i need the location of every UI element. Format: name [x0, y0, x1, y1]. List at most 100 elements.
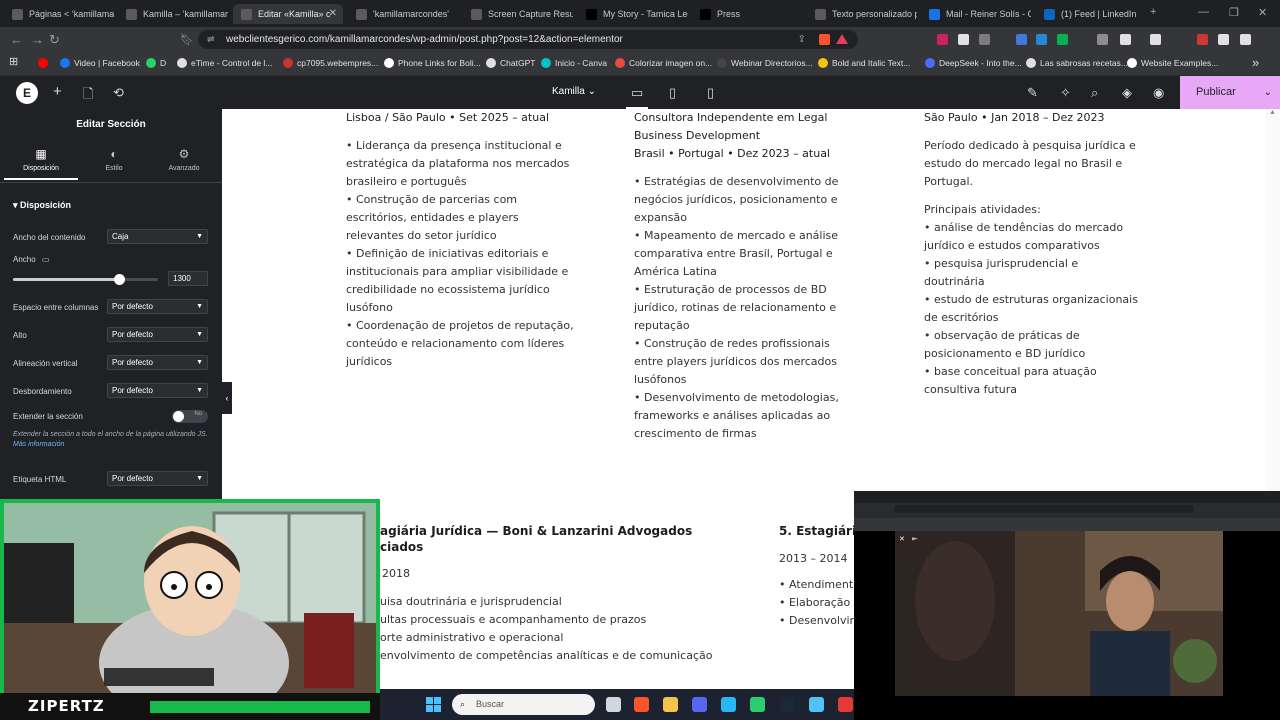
- desktop-view-icon[interactable]: ▭: [631, 85, 643, 101]
- browser-tab[interactable]: Páginas < ‘kamillamar: [4, 4, 114, 24]
- bookmark-item[interactable]: ChatGPT: [486, 58, 535, 68]
- extension-icon[interactable]: [1120, 34, 1131, 45]
- brave-rewards-icon[interactable]: [836, 34, 848, 44]
- width-input[interactable]: 1300: [168, 271, 208, 286]
- extension-icon[interactable]: [937, 34, 948, 45]
- taskbar-app-icon[interactable]: [692, 697, 707, 712]
- page-settings-icon[interactable]: 🗋︎: [83, 85, 93, 107]
- tab-style[interactable]: ◐ Estilo: [77, 147, 151, 172]
- browser-tab[interactable]: Screen Capture Result: [463, 4, 573, 24]
- page-name-dropdown[interactable]: Kamilla ⌄: [552, 86, 596, 97]
- slider-handle[interactable]: [113, 274, 125, 285]
- bookmark-item[interactable]: Phone Links for Boli...: [384, 58, 481, 68]
- taskbar-app-icon[interactable]: [750, 697, 765, 712]
- extension-icon[interactable]: [1036, 34, 1047, 45]
- control-label: Extender la sección: [13, 412, 83, 421]
- column-gap-select[interactable]: Por defecto ▼: [107, 299, 208, 314]
- bookmark-favicon-icon: [38, 58, 48, 68]
- extension-icon[interactable]: [1016, 34, 1027, 45]
- taskbar-app-icon[interactable]: [838, 697, 853, 712]
- browser-tab[interactable]: Texto personalizado pa: [807, 4, 917, 24]
- height-select[interactable]: Por defecto ▼: [107, 327, 208, 342]
- width-slider[interactable]: [13, 274, 158, 285]
- browser-tab[interactable]: Editar «Kamilla» c ✕: [233, 4, 343, 24]
- browser-tab[interactable]: Mail - Reiner Solís - Ou: [921, 4, 1031, 24]
- tab-advanced[interactable]: ⚙ Avanzado: [147, 147, 221, 172]
- reload-icon[interactable]: ↻: [49, 32, 60, 48]
- bookmark-item[interactable]: DeepSeek - Into the...: [925, 58, 1022, 68]
- extension-icon[interactable]: [1097, 34, 1108, 45]
- browser-tab[interactable]: My Story - Tamica Lee: [578, 4, 688, 24]
- taskbar-app-icon[interactable]: [634, 697, 649, 712]
- extension-icon[interactable]: [1197, 34, 1208, 45]
- bookmark-item[interactable]: Website Examples...: [1127, 58, 1218, 68]
- taskbar-app-icon[interactable]: [809, 697, 824, 712]
- ai-icon[interactable]: ✧: [1060, 85, 1071, 101]
- bookmark-item[interactable]: Inicio - Canva: [541, 58, 607, 68]
- publish-button[interactable]: Publicar ⌄: [1180, 76, 1280, 109]
- preview-icon[interactable]: ◉: [1153, 85, 1164, 101]
- minimize-icon[interactable]: —: [1198, 6, 1209, 18]
- search-icon[interactable]: ⌕: [1091, 85, 1098, 101]
- apps-grid-icon[interactable]: ⊞: [9, 55, 18, 68]
- bookmark-item[interactable]: Webinar Directorios...: [717, 58, 813, 68]
- more-info-link[interactable]: Más información: [13, 441, 64, 448]
- bookmark-item[interactable]: cp7095.webempres...: [283, 58, 378, 68]
- browser-tab[interactable]: Kamilla – ‘kamillamar: [118, 4, 228, 24]
- bookmark-item[interactable]: Video | Facebook: [60, 58, 140, 68]
- bookmark-item[interactable]: Bold and Italic Text...: [818, 58, 910, 68]
- url-input[interactable]: ⇌ webclientesgerico.com/kamillamarcondes…: [198, 30, 858, 49]
- content-width-select[interactable]: Caja ▼: [107, 229, 208, 244]
- extension-icon[interactable]: [1240, 34, 1251, 45]
- tab-layout[interactable]: ▦ Disposición: [4, 147, 78, 180]
- collapse-panel-icon[interactable]: ‹: [222, 382, 232, 414]
- tab-close-icon[interactable]: ✕: [329, 8, 337, 19]
- extension-icon[interactable]: [979, 34, 990, 45]
- new-tab-button[interactable]: +: [1150, 6, 1156, 18]
- browser-tab[interactable]: (1) Feed | LinkedIn: [1036, 4, 1146, 24]
- taskbar-app-icon[interactable]: [780, 697, 795, 712]
- taskbar-app-icon[interactable]: [606, 697, 621, 712]
- history-icon[interactable]: ⟲: [113, 85, 124, 101]
- browser-tab[interactable]: 'kamillamarcondes': [348, 4, 458, 24]
- bookmark-item[interactable]: eTime - Control de l...: [177, 58, 272, 68]
- elementor-logo-icon[interactable]: E: [16, 82, 38, 104]
- share-icon[interactable]: ⇪: [798, 30, 806, 49]
- taskbar-app-icon[interactable]: [721, 697, 736, 712]
- extension-icon[interactable]: [1218, 34, 1229, 45]
- extension-icon[interactable]: [1057, 34, 1068, 45]
- mobile-view-icon[interactable]: ▯: [707, 85, 714, 101]
- extension-icon[interactable]: [958, 34, 969, 45]
- browser-tab[interactable]: Press: [692, 4, 802, 24]
- pip-back-icon[interactable]: ⇤: [912, 535, 918, 543]
- taskbar-search-input[interactable]: ⌕ Buscar: [452, 694, 595, 715]
- stretch-section-toggle[interactable]: No: [172, 410, 208, 423]
- overflow-select[interactable]: Por defecto ▼: [107, 383, 208, 398]
- site-info-icon[interactable]: ⇌: [207, 30, 215, 49]
- bookmark-item[interactable]: D: [146, 58, 166, 68]
- html-tag-select[interactable]: Por defecto ▼: [107, 471, 208, 486]
- bookmark-item[interactable]: Las sabrosas recetas...: [1026, 58, 1128, 68]
- scroll-up-icon[interactable]: ▲: [1269, 109, 1276, 116]
- bookmark-item[interactable]: [38, 58, 52, 68]
- add-element-icon[interactable]: +: [53, 83, 62, 100]
- back-icon[interactable]: ←: [10, 32, 23, 47]
- forward-icon[interactable]: →: [31, 32, 44, 47]
- structure-icon[interactable]: ◈: [1122, 85, 1132, 101]
- notes-icon[interactable]: ✎: [1027, 85, 1038, 101]
- section-toggle[interactable]: ▾ Disposición: [13, 200, 71, 211]
- tablet-view-icon[interactable]: ▯: [669, 85, 676, 101]
- brave-shield-icon[interactable]: [819, 34, 830, 45]
- bookmark-item[interactable]: Colorizar imagen on...: [615, 58, 712, 68]
- windows-start-icon[interactable]: [426, 697, 441, 712]
- extension-icon[interactable]: [1150, 34, 1161, 45]
- taskbar-app-icon[interactable]: [663, 697, 678, 712]
- bookmark-icon[interactable]: 🔖︎: [180, 33, 194, 46]
- pip-close-icon[interactable]: ✕: [899, 535, 905, 543]
- vertical-align-select[interactable]: Por defecto ▼: [107, 355, 208, 370]
- close-window-icon[interactable]: ✕: [1258, 6, 1267, 19]
- more-bookmarks-icon[interactable]: »: [1252, 55, 1259, 70]
- restore-icon[interactable]: ❐: [1229, 6, 1239, 19]
- chevron-down-icon[interactable]: ⌄: [1264, 76, 1272, 109]
- picture-in-picture-window[interactable]: ✕ ⇤: [854, 491, 1280, 720]
